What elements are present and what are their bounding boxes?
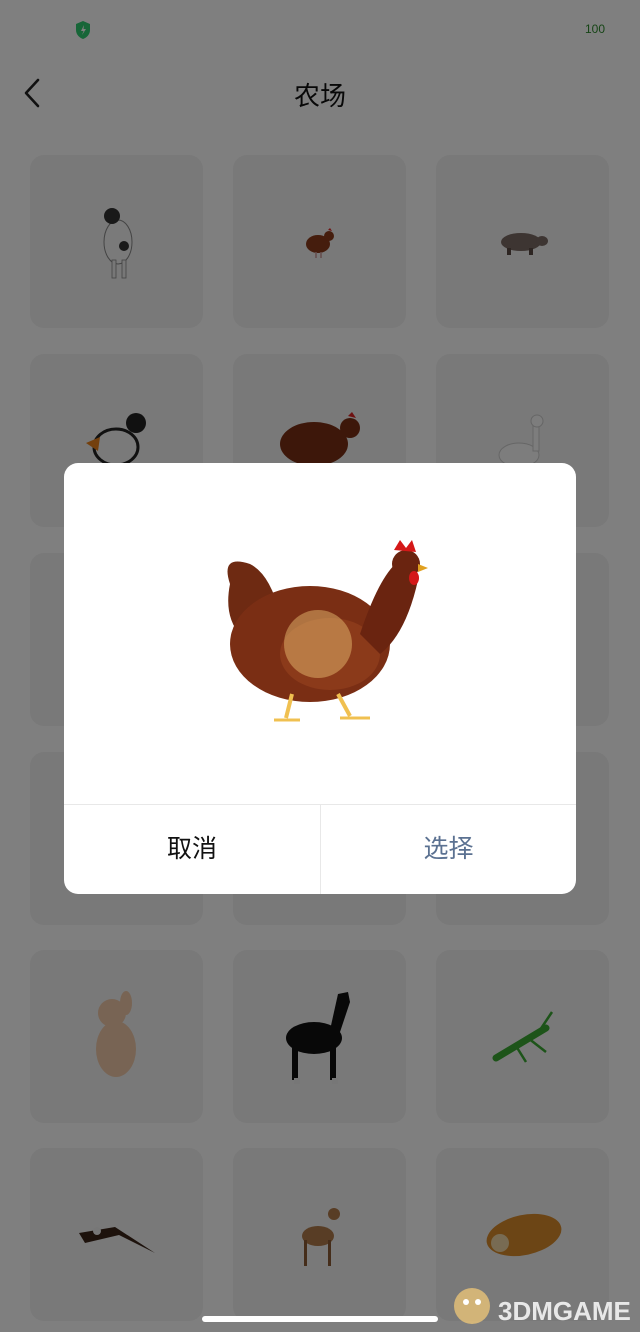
preview-area	[64, 463, 576, 804]
preview-dialog: 取消 选择	[64, 463, 576, 894]
cancel-button[interactable]: 取消	[64, 805, 320, 894]
watermark-text: 3DMGAME	[498, 1296, 631, 1326]
select-button[interactable]: 选择	[321, 805, 576, 894]
home-indicator[interactable]	[202, 1316, 438, 1322]
hen-preview-image	[227, 539, 428, 721]
